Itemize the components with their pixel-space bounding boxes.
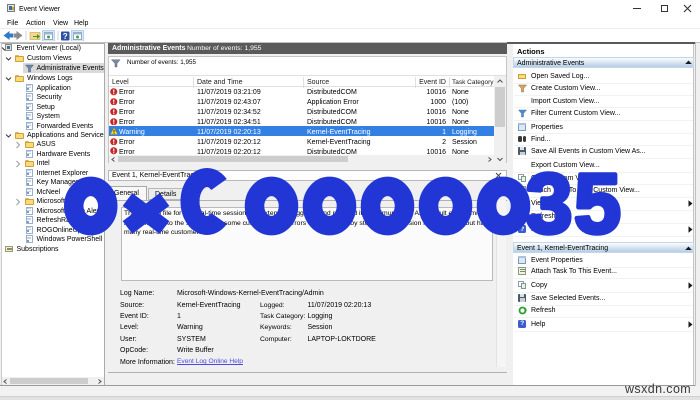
svg-text:3: 3	[526, 157, 573, 251]
svg-text:5: 5	[574, 157, 621, 251]
